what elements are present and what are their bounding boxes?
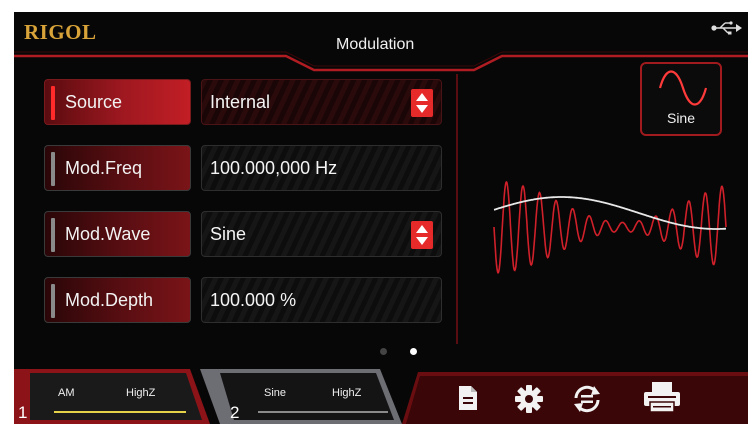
- selection-bar: [51, 152, 55, 186]
- param-row-mod-depth[interactable]: Mod.Depth 100.000 %: [44, 277, 442, 323]
- instrument-screen: RIGOL Modulation Source Internal Mod.Fre…: [14, 12, 748, 424]
- mod-depth-value[interactable]: 100.000 %: [201, 277, 442, 323]
- selection-bar: [51, 218, 55, 252]
- channel-1-tab[interactable]: 1 AM HighZ: [14, 369, 210, 424]
- channel-2-color-line: [258, 411, 388, 413]
- mod-depth-label[interactable]: Mod.Depth: [44, 277, 191, 323]
- channel-2-impedance: HighZ: [332, 387, 362, 399]
- param-label-text: Mod.Wave: [65, 223, 151, 244]
- channel-2-tab[interactable]: 2 Sine HighZ: [200, 369, 402, 424]
- param-value-text: 100.000,000 Hz: [210, 157, 338, 178]
- param-row-mod-wave[interactable]: Mod.Wave Sine: [44, 211, 442, 257]
- source-label[interactable]: Source: [44, 79, 191, 125]
- channel-1-color-line: [54, 411, 186, 413]
- param-value-text: Sine: [210, 223, 247, 244]
- channel-1-impedance: HighZ: [126, 387, 156, 399]
- up-down-arrow-icon[interactable]: [411, 89, 433, 117]
- wave-preview-label: Sine: [666, 110, 696, 126]
- page-indicator-dot-active[interactable]: [410, 348, 417, 355]
- channel-1-number: 1: [18, 403, 28, 422]
- channel-1-wave: AM: [58, 387, 75, 399]
- param-label-text: Mod.Depth: [65, 289, 154, 310]
- sync-icon[interactable]: [570, 384, 604, 414]
- channel-2-number: 2: [230, 403, 240, 422]
- param-label-text: Source: [65, 91, 123, 112]
- modulation-waveform-plot: [493, 180, 727, 274]
- usb-icon: [711, 21, 742, 35]
- param-value-text: Internal: [210, 91, 271, 112]
- gear-icon[interactable]: [514, 384, 544, 414]
- channel-1-tab-shape: [14, 369, 210, 424]
- panel-divider: [456, 74, 458, 344]
- rigol-logo: RIGOL: [24, 20, 97, 44]
- mod-freq-value[interactable]: 100.000,000 Hz: [201, 145, 442, 191]
- header-divider: [14, 51, 748, 72]
- selection-bar: [51, 284, 55, 318]
- channel-2-wave: Sine: [264, 387, 287, 399]
- param-value-text: 100.000 %: [210, 289, 297, 310]
- print-icon[interactable]: [642, 380, 682, 414]
- mod-wave-preview-button[interactable]: Sine: [640, 62, 722, 136]
- up-down-arrow-icon[interactable]: [411, 221, 433, 249]
- mod-wave-value[interactable]: Sine: [201, 211, 442, 257]
- file-icon[interactable]: [456, 384, 480, 412]
- selection-bar: [51, 86, 55, 120]
- sine-wave-icon: [658, 70, 708, 106]
- source-value[interactable]: Internal: [201, 79, 442, 125]
- page-indicator-dot[interactable]: [380, 348, 387, 355]
- mod-freq-label[interactable]: Mod.Freq: [44, 145, 191, 191]
- mod-wave-label[interactable]: Mod.Wave: [44, 211, 191, 257]
- param-label-text: Mod.Freq: [65, 157, 143, 178]
- param-row-mod-freq[interactable]: Mod.Freq 100.000,000 Hz: [44, 145, 442, 191]
- param-row-source[interactable]: Source Internal: [44, 79, 442, 125]
